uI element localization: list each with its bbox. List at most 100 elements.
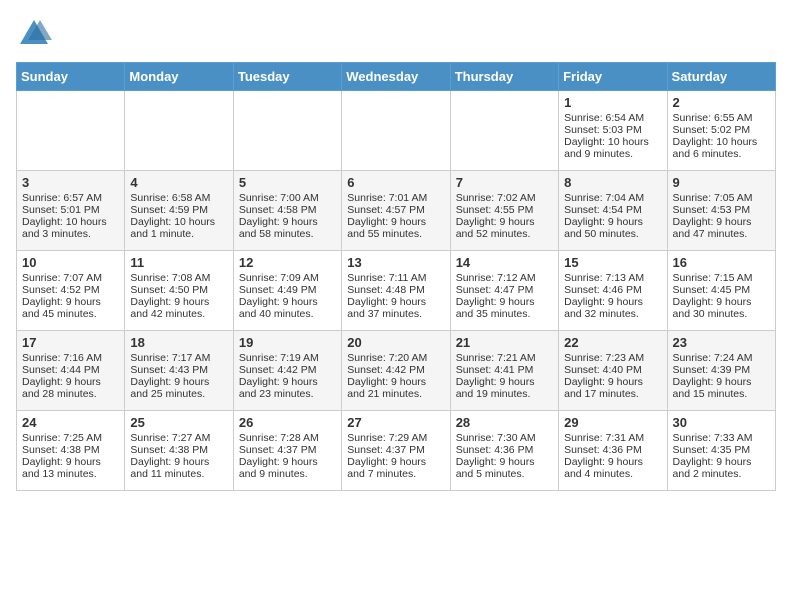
day-cell: 21Sunrise: 7:21 AMSunset: 4:41 PMDayligh… — [450, 331, 558, 411]
day-cell: 15Sunrise: 7:13 AMSunset: 4:46 PMDayligh… — [559, 251, 667, 331]
day-number: 14 — [456, 255, 553, 270]
day-info: Daylight: 9 hours and 17 minutes. — [564, 376, 661, 400]
day-info: Sunset: 4:42 PM — [347, 364, 444, 376]
day-info: Daylight: 9 hours and 40 minutes. — [239, 296, 336, 320]
day-number: 26 — [239, 415, 336, 430]
day-cell — [17, 91, 125, 171]
day-number: 10 — [22, 255, 119, 270]
day-cell: 10Sunrise: 7:07 AMSunset: 4:52 PMDayligh… — [17, 251, 125, 331]
day-info: Sunset: 4:55 PM — [456, 204, 553, 216]
day-info: Sunrise: 7:08 AM — [130, 272, 227, 284]
column-header-saturday: Saturday — [667, 63, 775, 91]
day-number: 5 — [239, 175, 336, 190]
week-row-4: 17Sunrise: 7:16 AMSunset: 4:44 PMDayligh… — [17, 331, 776, 411]
week-row-5: 24Sunrise: 7:25 AMSunset: 4:38 PMDayligh… — [17, 411, 776, 491]
day-info: Daylight: 9 hours and 35 minutes. — [456, 296, 553, 320]
day-cell: 11Sunrise: 7:08 AMSunset: 4:50 PMDayligh… — [125, 251, 233, 331]
day-number: 17 — [22, 335, 119, 350]
day-number: 29 — [564, 415, 661, 430]
day-info: Sunrise: 7:16 AM — [22, 352, 119, 364]
calendar-header: SundayMondayTuesdayWednesdayThursdayFrid… — [17, 63, 776, 91]
day-number: 9 — [673, 175, 770, 190]
column-header-sunday: Sunday — [17, 63, 125, 91]
day-info: Sunrise: 7:31 AM — [564, 432, 661, 444]
day-cell: 8Sunrise: 7:04 AMSunset: 4:54 PMDaylight… — [559, 171, 667, 251]
day-info: Sunset: 4:42 PM — [239, 364, 336, 376]
day-cell: 24Sunrise: 7:25 AMSunset: 4:38 PMDayligh… — [17, 411, 125, 491]
day-cell: 30Sunrise: 7:33 AMSunset: 4:35 PMDayligh… — [667, 411, 775, 491]
day-info: Daylight: 9 hours and 37 minutes. — [347, 296, 444, 320]
day-info: Sunrise: 6:57 AM — [22, 192, 119, 204]
day-info: Sunrise: 7:02 AM — [456, 192, 553, 204]
day-info: Daylight: 9 hours and 25 minutes. — [130, 376, 227, 400]
page-header — [16, 16, 776, 52]
day-info: Sunset: 4:46 PM — [564, 284, 661, 296]
day-info: Daylight: 9 hours and 9 minutes. — [239, 456, 336, 480]
day-info: Sunset: 4:38 PM — [22, 444, 119, 456]
day-number: 4 — [130, 175, 227, 190]
day-info: Sunrise: 7:33 AM — [673, 432, 770, 444]
day-info: Sunset: 4:37 PM — [239, 444, 336, 456]
day-info: Daylight: 9 hours and 15 minutes. — [673, 376, 770, 400]
day-cell: 18Sunrise: 7:17 AMSunset: 4:43 PMDayligh… — [125, 331, 233, 411]
day-info: Daylight: 9 hours and 52 minutes. — [456, 216, 553, 240]
day-info: Sunset: 4:54 PM — [564, 204, 661, 216]
day-cell: 9 Sunrise: 7:05 AMSunset: 4:53 PMDaylight… — [667, 171, 775, 251]
day-number: 19 — [239, 335, 336, 350]
day-info: Sunset: 4:43 PM — [130, 364, 227, 376]
day-info: Daylight: 10 hours and 3 minutes. — [22, 216, 119, 240]
day-info: Daylight: 9 hours and 28 minutes. — [22, 376, 119, 400]
week-row-3: 10Sunrise: 7:07 AMSunset: 4:52 PMDayligh… — [17, 251, 776, 331]
day-cell: 4Sunrise: 6:58 AMSunset: 4:59 PMDaylight… — [125, 171, 233, 251]
day-info: Sunset: 4:59 PM — [130, 204, 227, 216]
column-header-monday: Monday — [125, 63, 233, 91]
day-info: Daylight: 9 hours and 47 minutes. — [673, 216, 770, 240]
day-info: Daylight: 9 hours and 45 minutes. — [22, 296, 119, 320]
day-cell: 1Sunrise: 6:54 AMSunset: 5:03 PMDaylight… — [559, 91, 667, 171]
day-info: Daylight: 9 hours and 13 minutes. — [22, 456, 119, 480]
day-cell: 13Sunrise: 7:11 AMSunset: 4:48 PMDayligh… — [342, 251, 450, 331]
day-cell — [342, 91, 450, 171]
day-info: Sunset: 5:01 PM — [22, 204, 119, 216]
day-number: 15 — [564, 255, 661, 270]
calendar-body: 1Sunrise: 6:54 AMSunset: 5:03 PMDaylight… — [17, 91, 776, 491]
day-info: Sunset: 4:36 PM — [564, 444, 661, 456]
day-info: Sunset: 4:50 PM — [130, 284, 227, 296]
day-info: Sunrise: 7:27 AM — [130, 432, 227, 444]
day-info: Sunrise: 6:55 AM — [673, 112, 770, 124]
day-info: Sunset: 4:52 PM — [22, 284, 119, 296]
day-cell: 2Sunrise: 6:55 AMSunset: 5:02 PMDaylight… — [667, 91, 775, 171]
day-info: Daylight: 9 hours and 19 minutes. — [456, 376, 553, 400]
day-info: Daylight: 9 hours and 21 minutes. — [347, 376, 444, 400]
day-cell — [233, 91, 341, 171]
day-cell — [450, 91, 558, 171]
day-info: Sunset: 4:37 PM — [347, 444, 444, 456]
day-cell: 16Sunrise: 7:15 AMSunset: 4:45 PMDayligh… — [667, 251, 775, 331]
day-info: Sunrise: 7:12 AM — [456, 272, 553, 284]
day-info: Daylight: 10 hours and 9 minutes. — [564, 136, 661, 160]
day-info: Sunrise: 6:58 AM — [130, 192, 227, 204]
day-number: 25 — [130, 415, 227, 430]
day-info: Sunrise: 6:54 AM — [564, 112, 661, 124]
day-info: Sunrise: 7:05 AM — [673, 192, 770, 204]
day-info: Sunrise: 7:21 AM — [456, 352, 553, 364]
day-info: Sunset: 4:35 PM — [673, 444, 770, 456]
logo-icon — [16, 16, 52, 52]
day-info: Sunset: 4:44 PM — [22, 364, 119, 376]
day-number: 22 — [564, 335, 661, 350]
day-info: Sunrise: 7:04 AM — [564, 192, 661, 204]
day-number: 13 — [347, 255, 444, 270]
day-info: Daylight: 9 hours and 11 minutes. — [130, 456, 227, 480]
day-info: Daylight: 9 hours and 5 minutes. — [456, 456, 553, 480]
day-info: Sunset: 4:36 PM — [456, 444, 553, 456]
day-cell: 17 Sunrise: 7:16 AMSunset: 4:44 PMDayligh… — [17, 331, 125, 411]
day-info: Sunset: 4:38 PM — [130, 444, 227, 456]
day-cell: 29Sunrise: 7:31 AMSunset: 4:36 PMDayligh… — [559, 411, 667, 491]
day-info: Sunset: 4:47 PM — [456, 284, 553, 296]
day-info: Sunset: 4:53 PM — [673, 204, 770, 216]
day-cell: 7Sunrise: 7:02 AMSunset: 4:55 PMDaylight… — [450, 171, 558, 251]
day-cell: 25 Sunrise: 7:27 AMSunset: 4:38 PMDayligh… — [125, 411, 233, 491]
day-number: 16 — [673, 255, 770, 270]
day-cell: 5Sunrise: 7:00 AMSunset: 4:58 PMDaylight… — [233, 171, 341, 251]
day-cell: 6Sunrise: 7:01 AMSunset: 4:57 PMDaylight… — [342, 171, 450, 251]
